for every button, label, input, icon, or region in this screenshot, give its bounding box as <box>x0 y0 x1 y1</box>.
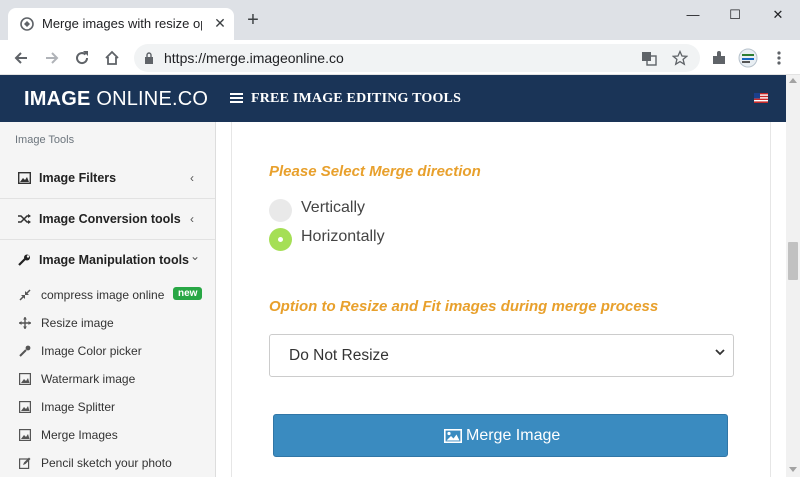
scroll-up-arrow-icon[interactable] <box>789 78 797 83</box>
sidebar-item-color-picker[interactable]: Image Color picker <box>0 337 215 365</box>
image-icon <box>19 429 31 441</box>
hamburger-icon[interactable] <box>230 92 243 104</box>
browser-tab[interactable]: Merge images with resize optio ✕ <box>8 8 234 40</box>
radio-label: Horizontally <box>301 228 385 245</box>
extensions-icon[interactable] <box>709 48 729 68</box>
sidebar: Image Tools Image Filters ‹ Image Conver… <box>0 122 216 477</box>
sidebar-item-merge-images[interactable]: Merge Images <box>0 421 215 449</box>
new-tab-button[interactable]: + <box>244 10 262 30</box>
sidebar-group-label: Image Conversion tools <box>39 212 181 226</box>
close-window-button[interactable]: ✕ <box>768 6 788 24</box>
lock-icon <box>145 52 153 64</box>
sidebar-group-label: Image Filters <box>39 171 117 185</box>
sidebar-group-label: Image Manipulation tools <box>39 253 190 267</box>
radio-button-checked[interactable] <box>269 228 292 251</box>
more-menu-icon[interactable] <box>769 48 789 68</box>
image-icon <box>19 401 31 413</box>
sidebar-item-watermark[interactable]: Watermark image <box>0 365 215 393</box>
resize-select-value: Do Not Resize <box>289 347 389 364</box>
chevron-left-icon: ‹ <box>190 212 194 226</box>
us-flag-icon[interactable] <box>754 93 768 103</box>
merge-options-card: Please Select Merge direction Vertically… <box>231 122 771 477</box>
compress-icon <box>19 289 31 301</box>
image-icon <box>19 373 31 385</box>
reload-icon[interactable] <box>72 48 92 68</box>
header-title[interactable]: FREE IMAGE EDITING TOOLS <box>251 91 461 107</box>
merge-image-button-label: Merge Image <box>466 427 561 444</box>
forward-icon[interactable] <box>42 48 62 68</box>
sidebar-item-label: compress image online <box>41 288 165 302</box>
sidebar-item-label: Pencil sketch your photo <box>41 456 172 470</box>
image-icon <box>18 172 31 184</box>
sidebar-item-pencil-sketch[interactable]: Pencil sketch your photo <box>0 449 215 477</box>
sidebar-item-resize-image[interactable]: Resize image <box>0 309 215 337</box>
sidebar-item-label: Image Splitter <box>41 400 116 414</box>
url-text: https://merge.imageonline.co <box>164 50 344 66</box>
tab-strip: Merge images with resize optio ✕ + — ☐ ✕ <box>0 0 800 40</box>
radio-button-unchecked[interactable] <box>269 199 292 222</box>
new-badge: new <box>173 287 203 300</box>
tab-title: Merge images with resize optio <box>42 16 202 31</box>
shuffle-icon <box>18 214 31 224</box>
sidebar-group-image-manipulation[interactable]: Image Manipulation tools ⌄ <box>0 240 215 281</box>
sidebar-group-image-conversion[interactable]: Image Conversion tools ‹ <box>0 199 215 240</box>
merge-direction-title: Please Select Merge direction <box>269 163 481 180</box>
star-icon[interactable] <box>672 50 688 66</box>
chevron-left-icon: ‹ <box>190 171 194 185</box>
address-bar[interactable]: https://merge.imageonline.co <box>134 44 700 72</box>
radio-label: Vertically <box>301 199 366 216</box>
image-icon <box>444 429 462 443</box>
back-icon[interactable] <box>11 48 31 68</box>
scroll-down-arrow-icon[interactable] <box>789 467 797 472</box>
translate-icon[interactable] <box>641 50 657 66</box>
tab-close-icon[interactable]: ✕ <box>211 14 229 32</box>
sidebar-item-label: Image Color picker <box>41 344 142 358</box>
profile-avatar[interactable] <box>738 48 758 68</box>
eyedropper-icon <box>19 345 31 357</box>
resize-select[interactable]: Do Not Resize <box>269 334 734 377</box>
minimize-button[interactable]: — <box>683 6 703 24</box>
sidebar-item-image-splitter[interactable]: Image Splitter <box>0 393 215 421</box>
pencil-square-icon <box>19 457 31 469</box>
radio-horizontally[interactable]: Horizontally <box>232 225 532 251</box>
resize-option-title: Option to Resize and Fit images during m… <box>269 298 659 315</box>
chevron-down-icon: ⌄ <box>190 249 201 263</box>
globe-icon <box>20 17 34 31</box>
sidebar-item-label: Watermark image <box>41 372 136 386</box>
sidebar-item-compress-image[interactable]: compress image online new <box>0 281 215 309</box>
sidebar-item-label: Resize image <box>41 316 114 330</box>
merge-image-button[interactable]: Merge Image <box>273 414 728 457</box>
sidebar-item-label: Merge Images <box>41 428 118 442</box>
radio-vertically[interactable]: Vertically <box>232 196 532 222</box>
main-content: Please Select Merge direction Vertically… <box>216 122 786 477</box>
sidebar-group-image-filters[interactable]: Image Filters ‹ <box>0 158 215 199</box>
wrench-icon <box>18 254 30 266</box>
page-scrollbar[interactable] <box>786 75 800 477</box>
chevron-down-icon <box>715 349 725 356</box>
arrows-move-icon <box>19 317 31 329</box>
browser-toolbar: https://merge.imageonline.co <box>0 40 800 75</box>
home-icon[interactable] <box>102 48 122 68</box>
maximize-button[interactable]: ☐ <box>725 6 745 24</box>
site-logo[interactable]: IMAGE ONLINE.CO <box>24 88 208 111</box>
sidebar-section-title: Image Tools <box>15 134 75 146</box>
site-header: IMAGE ONLINE.CO FREE IMAGE EDITING TOOLS <box>0 75 786 122</box>
scrollbar-thumb[interactable] <box>788 242 798 280</box>
